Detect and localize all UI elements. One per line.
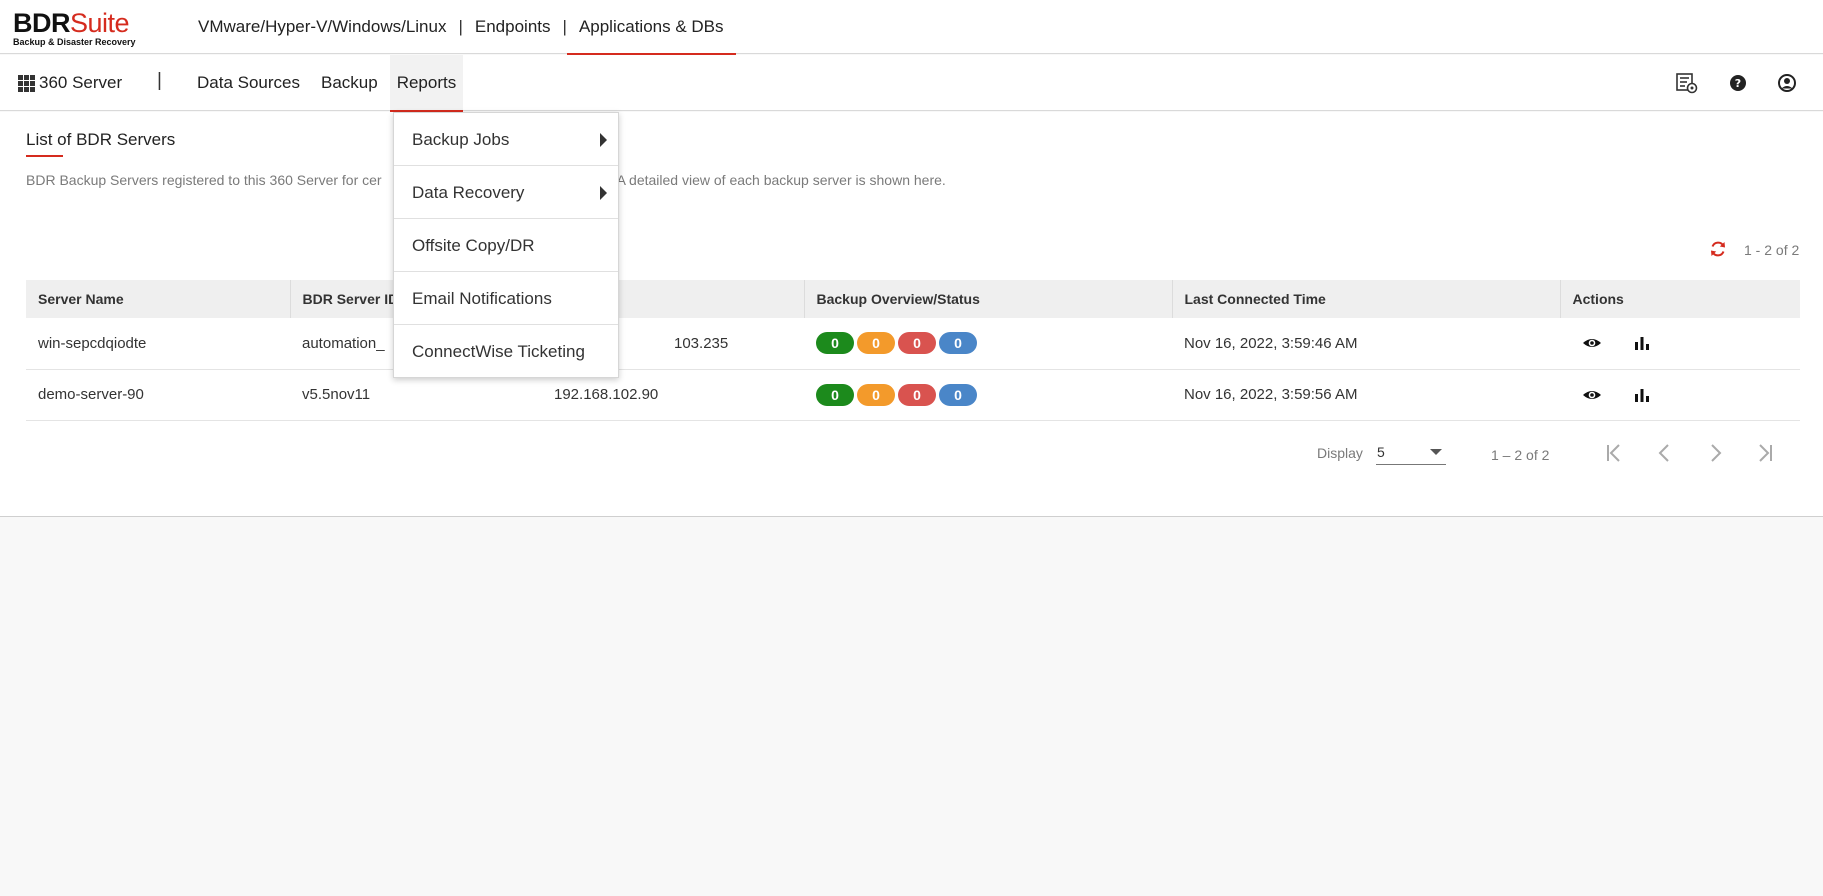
logo-tagline: Backup & Disaster Recovery	[13, 37, 136, 47]
table-row: win-sepcdqiodte automation_ 103.235 0000…	[26, 318, 1800, 370]
content-panel: List of BDR Servers BDR Backup Servers r…	[0, 112, 1823, 517]
bar-chart-icon[interactable]	[1632, 333, 1652, 353]
nav-separator: |	[157, 70, 162, 91]
reports-menu: Backup Jobs Data Recovery Offsite Copy/D…	[393, 112, 619, 378]
nav-reports[interactable]: Reports	[389, 55, 464, 112]
svg-text:?: ?	[1735, 77, 1741, 90]
table-row: demo-server-90 v5.5nov11 192.168.102.90 …	[26, 369, 1800, 421]
table-header: Server Name BDR Server ID Backup Overvie…	[26, 280, 1800, 318]
page-size-value: 5	[1377, 444, 1385, 460]
cell-status: 0000	[804, 369, 1172, 421]
top-bar: BDRSuite Backup & Disaster Recovery VMwa…	[0, 0, 1823, 55]
main-nav: Data Sources Backup Reports	[191, 55, 472, 112]
status-running-badge[interactable]: 0	[939, 383, 977, 406]
logo-suite: Suite	[70, 8, 130, 38]
refresh-icon[interactable]	[1708, 239, 1728, 259]
product-nav-vmware[interactable]: VMware/Hyper-V/Windows/Linux	[192, 0, 452, 54]
menu-item-label: Data Recovery	[412, 183, 525, 202]
status-failed-badge[interactable]: 0	[898, 383, 936, 406]
nav-data-sources[interactable]: Data Sources	[191, 55, 306, 111]
bdrsuite-logo[interactable]: BDRSuite Backup & Disaster Recovery	[13, 9, 148, 49]
display-label: Display	[1317, 445, 1363, 461]
product-nav-endpoints[interactable]: Endpoints	[469, 0, 557, 54]
product-nav: VMware/Hyper-V/Windows/Linux | Endpoints…	[192, 0, 736, 55]
menu-item-offsite-copy[interactable]: Offsite Copy/DR	[394, 219, 618, 272]
cell-server-name: demo-server-90	[26, 369, 290, 421]
cell-actions	[1560, 369, 1800, 421]
caret-right-icon	[600, 133, 607, 147]
nav-backup[interactable]: Backup	[315, 55, 384, 111]
main-nav-bar: 360 Server | Data Sources Backup Reports…	[0, 55, 1823, 112]
cell-last-connected: Nov 16, 2022, 3:59:46 AM	[1172, 318, 1560, 370]
cell-server-name: win-sepcdqiodte	[26, 318, 290, 370]
servers-table: Server Name BDR Server ID Backup Overvie…	[26, 280, 1800, 421]
menu-item-backup-jobs[interactable]: Backup Jobs	[394, 113, 618, 166]
status-failed-badge[interactable]: 0	[898, 332, 936, 355]
page-description-left: BDR Backup Servers registered to this 36…	[26, 172, 382, 188]
previous-page-icon[interactable]	[1652, 440, 1678, 466]
first-page-icon[interactable]	[1601, 440, 1627, 466]
menu-item-data-recovery[interactable]: Data Recovery	[394, 166, 618, 219]
status-success-badge[interactable]: 0	[816, 383, 854, 406]
app-switcher[interactable]: 360 Server	[18, 55, 122, 111]
product-nav-separator: |	[562, 17, 567, 36]
logo-wordmark: BDRSuite	[13, 9, 148, 37]
menu-item-label: Backup Jobs	[412, 130, 510, 149]
cell-status: 0000	[804, 318, 1172, 370]
product-nav-applications[interactable]: Applications & DBs	[566, 0, 736, 55]
cell-actions	[1560, 318, 1800, 370]
caret-right-icon	[600, 186, 607, 200]
logo-bdr: BDR	[13, 8, 71, 38]
grid-icon	[18, 74, 35, 92]
pager-range: 1 – 2 of 2	[1491, 447, 1550, 463]
page-size-select[interactable]: 5	[1376, 441, 1446, 465]
product-nav-separator: |	[458, 17, 463, 36]
bar-chart-icon[interactable]	[1632, 385, 1652, 405]
menu-item-label: ConnectWise Ticketing	[412, 342, 585, 361]
help-icon[interactable]: ?	[1727, 72, 1749, 94]
next-page-icon[interactable]	[1702, 440, 1728, 466]
column-backup-status[interactable]: Backup Overview/Status	[804, 280, 1173, 318]
settings-list-icon[interactable]	[1676, 72, 1698, 94]
status-warning-badge[interactable]: 0	[857, 383, 895, 406]
app-switcher-label: 360 Server	[39, 73, 123, 92]
status-success-badge[interactable]: 0	[816, 332, 854, 355]
menu-item-email-notifications[interactable]: Email Notifications	[394, 272, 618, 325]
last-page-icon[interactable]	[1752, 440, 1778, 466]
menu-item-label: Offsite Copy/DR	[412, 236, 535, 255]
status-warning-badge[interactable]: 0	[857, 332, 895, 355]
view-eye-icon[interactable]	[1582, 333, 1602, 353]
menu-item-label: Email Notifications	[412, 289, 552, 308]
column-last-connected[interactable]: Last Connected Time	[1172, 280, 1561, 318]
chevron-down-icon	[1430, 449, 1442, 455]
page-title: List of BDR Servers	[26, 130, 176, 157]
result-range: 1 - 2 of 2	[1744, 242, 1800, 258]
menu-item-connectwise-ticketing[interactable]: ConnectWise Ticketing	[394, 325, 618, 377]
account-icon[interactable]	[1776, 72, 1798, 94]
cell-last-connected: Nov 16, 2022, 3:59:56 AM	[1172, 369, 1560, 421]
view-eye-icon[interactable]	[1582, 385, 1602, 405]
page-description-right: . A detailed view of each backup server …	[609, 172, 946, 188]
column-server-name[interactable]: Server Name	[26, 280, 291, 318]
status-running-badge[interactable]: 0	[939, 332, 977, 355]
column-actions: Actions	[1560, 280, 1800, 318]
